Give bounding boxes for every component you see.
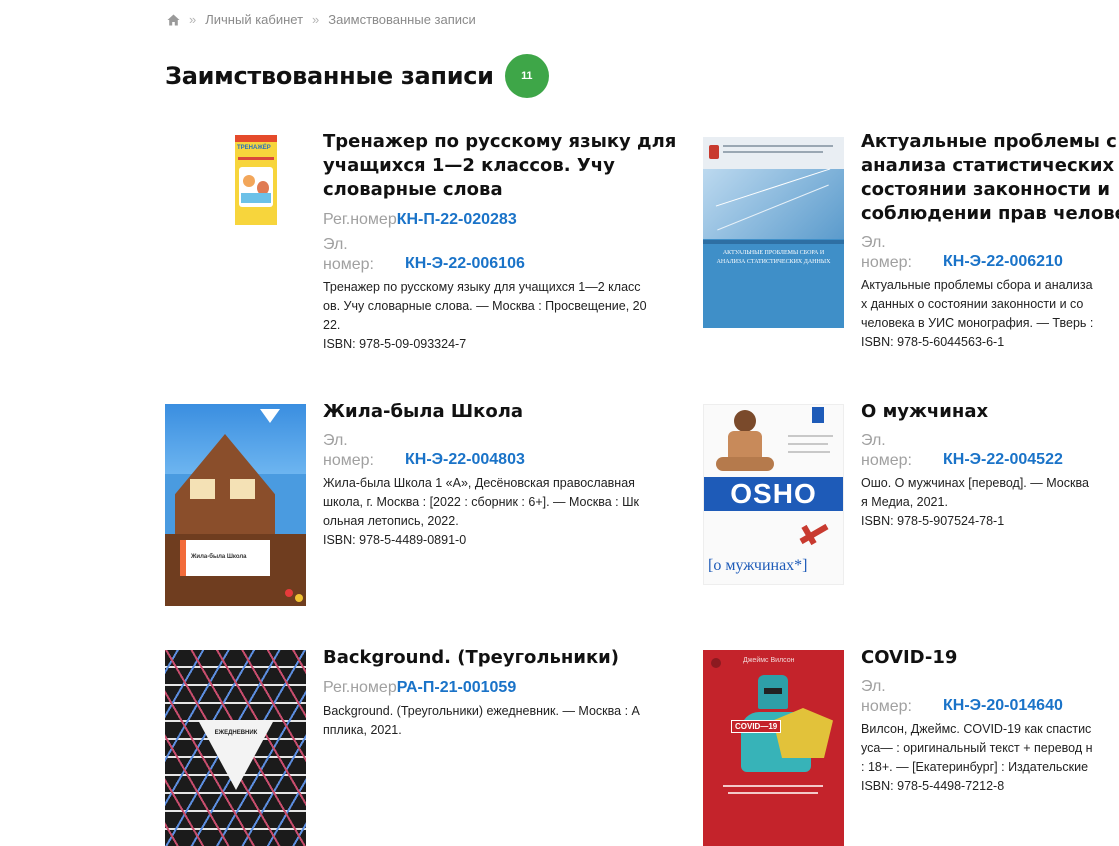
book-title[interactable]: О мужчинах (861, 400, 1119, 424)
book-cover[interactable]: OSHO [о мужчинах*] (703, 404, 844, 585)
book-description: Вилсон, Джеймс. COVID-19 как спастис уса… (861, 722, 1093, 774)
el-number-row: Эл. номер: КН-Э-22-006210 (861, 233, 1119, 273)
book-description: Ошо. О мужчинах [перевод]. — Москва я Ме… (861, 476, 1089, 509)
el-number-row: Эл. номер: КН-Э-22-004803 (323, 431, 688, 471)
reg-number-row: Рег.номерРА-П-21-001059 (323, 677, 688, 699)
page-header: Заимствованные записи 11 (165, 54, 549, 98)
book-cover[interactable]: ТРЕНАЖЁР (235, 135, 277, 225)
el-number-label: Эл. номер: (323, 432, 374, 469)
reg-number-row: Рег.номерКН-П-22-020283 (323, 209, 688, 231)
breadcrumb-separator: » (189, 12, 197, 27)
book-title[interactable]: COVID-19 (861, 646, 1119, 670)
el-number-link[interactable]: КН-Э-22-004803 (405, 449, 525, 471)
book-title[interactable]: Background. (Треугольники) (323, 646, 688, 670)
book-isbn: ISBN: 978-5-907524-78-1 (861, 514, 1005, 528)
reg-number-link[interactable]: РА-П-21-001059 (397, 679, 517, 696)
breadcrumb-current: Заимствованные записи (328, 12, 476, 27)
page-title: Заимствованные записи (165, 62, 494, 90)
book-isbn: ISBN: 978-5-4489-0891-0 (323, 533, 467, 547)
book-description: Жила-была Школа 1 «А», Десёновская право… (323, 476, 640, 528)
book-isbn: ISBN: 978-5-4498-7212-8 (861, 779, 1005, 793)
book-isbn: ISBN: 978-5-09-093324-7 (323, 337, 467, 351)
cover-title: ТРЕНАЖЁР (237, 145, 271, 151)
breadcrumb: » Личный кабинет » Заимствованные записи (167, 12, 476, 27)
cover-title: ЕЖЕДНЕВНИК (214, 730, 258, 736)
book-cover[interactable]: Жила-была Школа (165, 404, 306, 606)
book-isbn: ISBN: 978-5-6044563-6-1 (861, 335, 1005, 349)
el-number-link[interactable]: КН-Э-20-014640 (943, 695, 1063, 717)
el-number-row: Эл. номер: КН-Э-22-006106 (323, 235, 688, 275)
book-title[interactable]: Тренажер по русскому языку для учащихся … (323, 130, 688, 202)
book-cover[interactable]: АКТУАЛЬНЫЕ ПРОБЛЕМЫ СБОРА И АНАЛИЗА СТАТ… (703, 137, 844, 328)
book-title[interactable]: Актуальные проблемы с анализа статистиче… (861, 130, 1119, 226)
book-cover[interactable]: ЕЖЕДНЕВНИК (165, 650, 306, 846)
el-number-label: Эл. номер: (861, 432, 912, 469)
cover-brand: OSHO (704, 477, 843, 511)
count-badge: 11 (504, 54, 549, 98)
cover-title: COVID—19 (731, 720, 782, 733)
el-number-label: Эл. номер: (323, 236, 374, 273)
el-number-link[interactable]: КН-Э-22-006210 (943, 251, 1063, 273)
reg-number-label: Рег.номер (323, 211, 397, 228)
cover-title: АКТУАЛЬНЫЕ ПРОБЛЕМЫ СБОРА И АНАЛИЗА СТАТ… (716, 250, 831, 265)
el-number-row: Эл. номер: КН-Э-22-004522 (861, 431, 1119, 471)
reg-number-label: Рег.номер (323, 679, 397, 696)
cover-title: [о мужчинах*] (708, 557, 808, 574)
cover-title: Жила-была Школа (191, 554, 247, 560)
reg-number-link[interactable]: КН-П-22-020283 (397, 211, 517, 228)
book-title[interactable]: Жила-была Школа (323, 400, 688, 424)
el-number-label: Эл. номер: (861, 678, 912, 715)
el-number-link[interactable]: КН-Э-22-004522 (943, 449, 1063, 471)
breadcrumb-link-account[interactable]: Личный кабинет (205, 12, 303, 27)
book-description: Background. (Треугольники) ежедневник. —… (323, 704, 640, 737)
book-description: Актуальные проблемы сбора и анализа х да… (861, 278, 1094, 330)
el-number-row: Эл. номер: КН-Э-20-014640 (861, 677, 1119, 717)
cover-author: Джеймс Вилсон (743, 657, 795, 664)
home-icon[interactable] (167, 14, 180, 26)
book-cover[interactable]: Джеймс Вилсон COVID—19 (703, 650, 844, 846)
el-number-label: Эл. номер: (861, 234, 912, 271)
breadcrumb-separator: » (312, 12, 320, 27)
el-number-link[interactable]: КН-Э-22-006106 (405, 253, 525, 275)
book-description: Тренажер по русскому языку для учащихся … (323, 280, 647, 332)
